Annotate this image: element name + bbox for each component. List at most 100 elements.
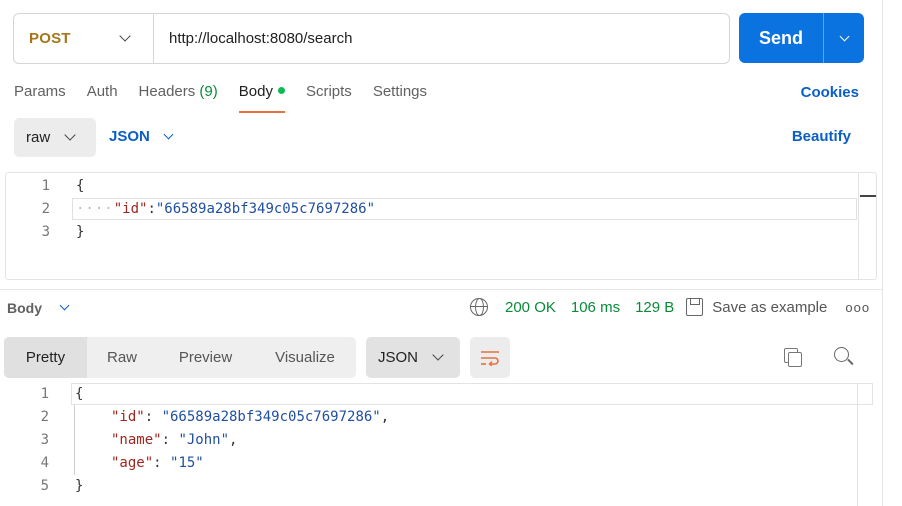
response-size[interactable]: 129 B [635, 299, 674, 316]
method-dropdown[interactable]: POST [14, 14, 154, 63]
json-comma: , [380, 409, 390, 425]
tab-body[interactable]: Body [238, 83, 286, 113]
response-time[interactable]: 106 ms [571, 299, 620, 316]
json-key: "age" [111, 455, 154, 471]
request-body-editor[interactable]: 1 { 2 ····"id":"66589a28bf349c05c7697286… [5, 172, 877, 280]
active-line-highlight [71, 383, 873, 405]
json-value: "15" [170, 455, 204, 471]
beautify-button[interactable]: Beautify [792, 128, 851, 145]
line-number: 4 [40, 455, 49, 471]
tab-label: Auth [86, 83, 118, 100]
json-colon: : [144, 409, 162, 425]
body-mode-label: raw [26, 129, 51, 146]
tab-visualize[interactable]: Visualize [254, 337, 356, 378]
body-language-label: JSON [109, 128, 150, 145]
response-section-label: Body [7, 300, 42, 316]
code-text: "name": "John", [111, 432, 237, 448]
tab-preview[interactable]: Preview [157, 337, 254, 378]
chevron-down-icon [59, 300, 70, 311]
response-section-dropdown[interactable]: Body [7, 300, 70, 316]
line-number: 2 [40, 409, 49, 425]
send-button[interactable]: Send [739, 13, 823, 63]
json-key: "id" [113, 201, 148, 217]
chevron-down-icon [64, 129, 76, 141]
tab-auth[interactable]: Auth [87, 83, 118, 113]
body-mode-dropdown[interactable]: raw [14, 118, 96, 157]
send-options-button[interactable] [823, 13, 864, 63]
code-text: } [76, 224, 85, 240]
code-line: 4 "age": "15" [5, 452, 204, 474]
globe-icon[interactable] [470, 298, 488, 316]
line-number: 1 [41, 178, 50, 194]
copy-icon[interactable] [784, 348, 802, 367]
code-line: 1 { [5, 383, 84, 405]
headers-count: (9) [199, 83, 218, 100]
tab-label: Settings [372, 83, 428, 100]
save-icon [686, 298, 704, 316]
code-text: } [75, 478, 84, 494]
wrap-icon [481, 350, 499, 366]
tab-settings[interactable]: Settings [373, 83, 427, 113]
chevron-down-icon [119, 30, 131, 42]
tab-headers[interactable]: Headers (9) [139, 83, 218, 113]
window-edge-divider [882, 0, 883, 506]
chevron-down-icon [163, 129, 174, 139]
response-format-label: JSON [378, 349, 419, 366]
tab-label: Headers [138, 83, 196, 100]
tab-params[interactable]: Params [14, 83, 66, 113]
wrap-lines-button[interactable] [470, 337, 510, 378]
line-number: 1 [40, 386, 49, 402]
code-line: 2 "id": "66589a28bf349c05c7697286", [5, 406, 390, 428]
code-line: 5 } [5, 475, 84, 497]
response-view-tabs: Pretty Raw Preview Visualize [4, 337, 356, 378]
json-comma: , [229, 432, 238, 448]
response-body-viewer[interactable]: 1 { 2 "id": "66589a28bf349c05c7697286", … [5, 383, 875, 506]
line-number: 2 [41, 201, 50, 217]
code-line: 3 } [6, 221, 85, 243]
json-key: "id" [111, 409, 145, 425]
json-value: "66589a28bf349c05c7697286" [161, 409, 381, 425]
status-code[interactable]: 200 OK [505, 299, 556, 316]
code-text: { [75, 386, 84, 402]
editor-scrollbar[interactable] [858, 173, 876, 279]
chevron-down-icon [839, 31, 849, 41]
json-colon: : [153, 455, 171, 471]
request-url-bar: POST http://localhost:8080/search [13, 13, 730, 64]
line-number: 5 [40, 478, 49, 494]
body-language-dropdown[interactable]: JSON [109, 128, 174, 145]
json-colon: : [161, 432, 179, 448]
tab-scripts[interactable]: Scripts [306, 83, 352, 113]
tab-label: Scripts [305, 83, 352, 100]
viewer-scrollbar[interactable] [857, 383, 858, 506]
line-number: 3 [41, 224, 50, 240]
code-text: { [76, 178, 85, 194]
tab-raw[interactable]: Raw [87, 337, 157, 378]
line-number: 3 [40, 432, 49, 448]
body-modified-dot [277, 87, 285, 95]
scroll-marker [860, 195, 876, 197]
tab-pretty[interactable]: Pretty [4, 337, 87, 378]
url-input[interactable]: http://localhost:8080/search [154, 30, 352, 47]
json-colon: : [147, 201, 156, 217]
cookies-link[interactable]: Cookies [801, 84, 859, 101]
pane-divider[interactable] [0, 289, 882, 290]
search-icon[interactable] [834, 347, 849, 362]
request-tabs: Params Auth Headers (9) Body Scripts Set… [14, 83, 448, 113]
code-text: ····"id":"66589a28bf349c05c7697286" [76, 201, 375, 217]
code-line: 2 ····"id":"66589a28bf349c05c7697286" [6, 198, 375, 220]
indent-guide [74, 405, 75, 475]
tab-label: Body [238, 83, 273, 100]
more-options-icon[interactable]: ooo [845, 300, 870, 315]
indent-marker: ···· [76, 201, 114, 217]
tab-label: Params [14, 83, 66, 100]
code-line: 1 { [6, 175, 85, 197]
json-key: "name" [111, 432, 162, 448]
save-as-example-button[interactable]: Save as example [712, 299, 827, 316]
chevron-down-icon [432, 349, 444, 361]
json-value: "66589a28bf349c05c7697286" [155, 201, 376, 217]
response-format-dropdown[interactable]: JSON [366, 337, 460, 378]
send-button-group: Send [739, 13, 864, 63]
code-text: "id": "66589a28bf349c05c7697286", [111, 409, 389, 425]
method-label: POST [29, 30, 71, 47]
code-text: "age": "15" [111, 455, 204, 471]
